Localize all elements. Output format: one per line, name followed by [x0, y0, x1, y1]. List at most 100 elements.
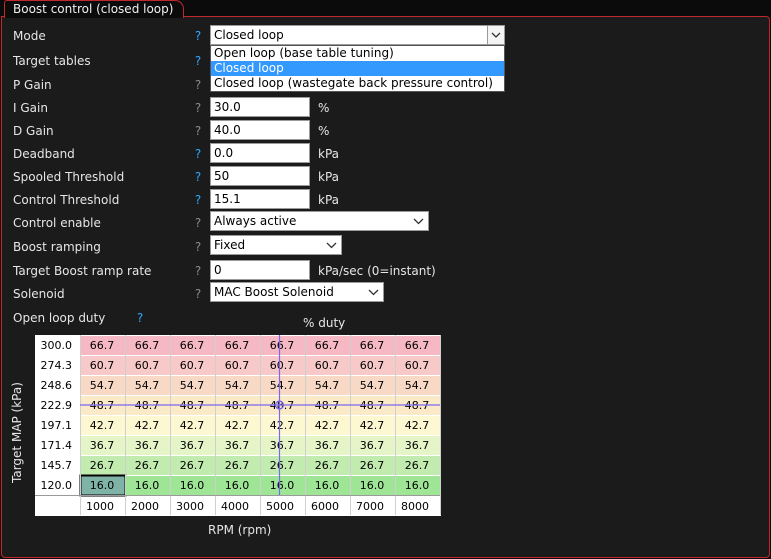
mode-option-open-loop[interactable]: Open loop (base table tuning): [211, 46, 504, 61]
d-gain-label: D Gain: [13, 124, 54, 138]
cell-value: 42.7: [360, 419, 385, 432]
control-threshold-unit: kPa: [318, 193, 339, 207]
cell-value: 26.7: [90, 459, 115, 472]
cell-value: 66.7: [180, 339, 205, 352]
cell-value: 26.7: [360, 459, 385, 472]
cell-value: 42.7: [135, 419, 160, 432]
spooled-threshold-label: Spooled Threshold: [13, 170, 125, 184]
target-tables-help-icon[interactable]: ?: [193, 53, 203, 69]
cell-value: 36.7: [225, 439, 250, 452]
ramp-rate-label: Target Boost ramp rate: [13, 264, 152, 278]
deadband-unit: kPa: [318, 147, 339, 161]
table-x-axis-label: RPM (rpm): [208, 523, 272, 537]
cell-value: 26.7: [225, 459, 250, 472]
d-gain-unit: %: [318, 124, 330, 138]
x-tick-label: 3000: [176, 500, 204, 513]
cell-value: 16.0: [90, 479, 115, 492]
solenoid-select[interactable]: MAC Boost Solenoid: [210, 282, 384, 302]
cell-value: 16.0: [180, 479, 205, 492]
y-tick-label: 300.0: [41, 339, 73, 352]
control-threshold-input[interactable]: 15.1: [210, 189, 310, 209]
cell-value: 66.7: [225, 339, 250, 352]
mode-help-icon[interactable]: ?: [193, 28, 203, 44]
cell-value: 36.7: [360, 439, 385, 452]
boost-ramping-help-icon[interactable]: ?: [193, 239, 203, 255]
deadband-help-icon[interactable]: ?: [193, 146, 203, 162]
cell-value: 60.7: [225, 359, 250, 372]
mode-select-value: Closed loop: [214, 28, 284, 42]
i-gain-unit: %: [318, 101, 330, 115]
mode-select[interactable]: Closed loop: [210, 25, 505, 45]
duty-table[interactable]: 300.0 274.3 248.6 222.9 197.1 171.4 145.7 120.0…: [35, 335, 442, 517]
cell-value: 54.7: [90, 379, 115, 392]
cell-value: 36.7: [90, 439, 115, 452]
i-gain-help-icon[interactable]: ?: [193, 100, 203, 116]
cell-value: 60.7: [405, 359, 430, 372]
p-gain-help-icon[interactable]: ?: [193, 77, 203, 93]
ramp-rate-input[interactable]: 0: [210, 260, 310, 280]
cell-value: 42.7: [270, 419, 295, 432]
cell-value: 66.7: [270, 339, 295, 352]
control-enable-label: Control enable: [13, 216, 101, 230]
cell-value: 16.0: [360, 479, 385, 492]
x-tick-label: 6000: [311, 500, 339, 513]
cell-value: 16.0: [225, 479, 250, 492]
panel-title-tab: Boost control (closed loop): [4, 0, 185, 18]
control-enable-select[interactable]: Always active: [210, 211, 429, 231]
ramp-rate-unit: kPa/sec (0=instant): [318, 264, 436, 278]
boost-ramping-select[interactable]: Fixed: [210, 235, 342, 255]
y-tick-label: 145.7: [41, 459, 73, 472]
cell-value: 26.7: [135, 459, 160, 472]
cell-value: 66.7: [90, 339, 115, 352]
cell-value: 42.7: [180, 419, 205, 432]
mode-option-closed-loop-wastegate[interactable]: Closed loop (wastegate back pressure con…: [211, 76, 504, 91]
control-threshold-help-icon[interactable]: ?: [193, 192, 203, 208]
cell-value: 36.7: [405, 439, 430, 452]
mode-option-closed-loop[interactable]: Closed loop: [211, 61, 504, 76]
y-tick-label: 171.4: [41, 439, 73, 452]
y-tick-label: 197.1: [41, 419, 73, 432]
y-tick-label: 274.3: [41, 359, 73, 372]
target-tables-label: Target tables: [13, 54, 91, 68]
solenoid-help-icon[interactable]: ?: [193, 286, 203, 302]
chevron-down-icon: [412, 213, 425, 229]
cell-value: 26.7: [315, 459, 340, 472]
i-gain-label: I Gain: [13, 101, 48, 115]
spooled-threshold-unit: kPa: [318, 170, 339, 184]
y-tick-label: 222.9: [41, 399, 73, 412]
boost-ramping-label: Boost ramping: [13, 240, 101, 254]
cell-value: 42.7: [225, 419, 250, 432]
cell-value: 42.7: [315, 419, 340, 432]
i-gain-input[interactable]: 30.0: [210, 97, 310, 117]
ramp-rate-help-icon[interactable]: ?: [193, 263, 203, 279]
cell-value: 66.7: [315, 339, 340, 352]
d-gain-input[interactable]: 40.0: [210, 120, 310, 140]
open-loop-duty-label: Open loop duty: [13, 311, 106, 325]
cell-value: 54.7: [405, 379, 430, 392]
cell-value: 42.7: [90, 419, 115, 432]
x-tick-label: 2000: [131, 500, 159, 513]
cell-value: 60.7: [90, 359, 115, 372]
cell-value: 66.7: [135, 339, 160, 352]
cell-value: 60.7: [315, 359, 340, 372]
cell-value: 36.7: [135, 439, 160, 452]
cell-value: 16.0: [270, 479, 295, 492]
cell-value: 54.7: [225, 379, 250, 392]
table-y-axis-label: Target MAP (kPa): [10, 382, 24, 483]
cell-value: 26.7: [180, 459, 205, 472]
p-gain-label: P Gain: [13, 78, 52, 92]
control-enable-help-icon[interactable]: ?: [193, 215, 203, 231]
d-gain-help-icon[interactable]: ?: [193, 123, 203, 139]
deadband-input[interactable]: 0.0: [210, 143, 310, 163]
table-z-label: % duty: [303, 316, 346, 330]
cell-value: 36.7: [180, 439, 205, 452]
cell-value: 54.7: [135, 379, 160, 392]
cell-value: 26.7: [270, 459, 295, 472]
cell-value: 54.7: [270, 379, 295, 392]
spooled-threshold-input[interactable]: 50: [210, 166, 310, 186]
spooled-threshold-help-icon[interactable]: ?: [193, 169, 203, 185]
open-loop-duty-help-icon[interactable]: ?: [135, 310, 145, 326]
cell-value: 54.7: [315, 379, 340, 392]
chevron-down-icon[interactable]: [487, 26, 504, 44]
solenoid-label: Solenoid: [13, 287, 65, 301]
